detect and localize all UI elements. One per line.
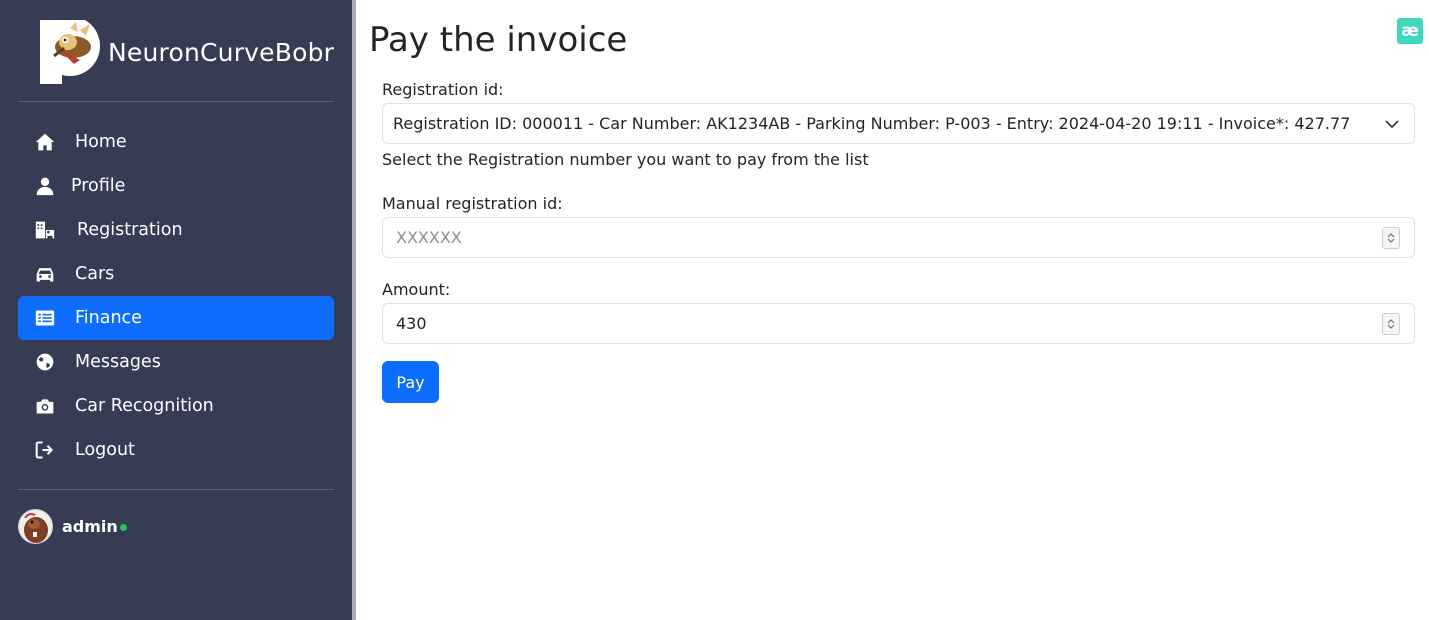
brand-logo (40, 16, 100, 84)
registration-id-label: Registration id: (382, 80, 504, 99)
brand-name: NeuronCurveBobr (108, 37, 335, 67)
building-bed-icon (34, 219, 56, 241)
registration-id-selected: Registration ID: 000011 - Car Number: AK… (393, 114, 1351, 133)
manual-registration-id-label: Manual registration id: (382, 194, 563, 213)
sidebar-item-label: Logout (75, 440, 135, 460)
extension-badge-icon[interactable]: æ (1397, 18, 1423, 44)
home-icon (34, 131, 56, 153)
sidebar-item-logout[interactable]: Logout (18, 428, 334, 472)
user-menu[interactable]: admin (18, 508, 127, 544)
sidebar-item-label: Cars (75, 264, 115, 284)
camera-icon (34, 395, 56, 417)
list-icon (34, 307, 56, 329)
sidebar-item-registration[interactable]: Registration (18, 208, 334, 252)
car-icon (34, 263, 56, 285)
sidebar-item-label: Messages (75, 352, 161, 372)
globe-icon (34, 351, 56, 373)
chevron-down-icon (1385, 120, 1399, 128)
online-status-dot (119, 524, 127, 531)
avatar (18, 508, 53, 544)
page-title: Pay the invoice (369, 20, 628, 60)
registration-id-select[interactable]: Registration ID: 000011 - Car Number: AK… (382, 103, 1415, 144)
sidebar-item-profile[interactable]: Profile (18, 164, 334, 208)
user-icon (34, 175, 56, 197)
sidebar-item-messages[interactable]: Messages (18, 340, 334, 384)
sidebar: NeuronCurveBobr Home Profile Registratio… (0, 0, 352, 620)
sidebar-border (352, 0, 356, 620)
payment-form: Registration id: Registration ID: 000011… (382, 78, 1415, 403)
sidebar-item-label: Car Recognition (75, 396, 214, 416)
sidebar-divider (18, 101, 334, 102)
manual-registration-id-placeholder: XXXXXX (396, 228, 462, 247)
manual-registration-id-input[interactable]: XXXXXX (382, 217, 1415, 258)
sidebar-item-label: Registration (77, 220, 183, 240)
number-stepper[interactable] (1382, 226, 1400, 249)
username: admin (62, 516, 118, 536)
chevron-down-icon (1387, 238, 1395, 243)
number-stepper[interactable] (1382, 312, 1400, 335)
sidebar-divider (18, 489, 334, 490)
sidebar-item-label: Home (75, 132, 127, 152)
sidebar-item-finance[interactable]: Finance (18, 296, 334, 340)
sidebar-item-cars[interactable]: Cars (18, 252, 334, 296)
amount-value: 430 (396, 314, 427, 333)
amount-label: Amount: (382, 280, 451, 299)
sidebar-item-label: Finance (75, 308, 142, 328)
sidebar-item-label: Profile (71, 176, 126, 196)
sidebar-nav: Home Profile Registration Cars Finance M… (18, 120, 334, 472)
sidebar-item-home[interactable]: Home (18, 120, 334, 164)
logout-icon (34, 439, 56, 461)
chevron-down-icon (1387, 324, 1395, 329)
amount-input[interactable]: 430 (382, 303, 1415, 344)
sidebar-item-car-recognition[interactable]: Car Recognition (18, 384, 334, 428)
registration-help-text: Select the Registration number you want … (382, 150, 869, 169)
brand[interactable]: NeuronCurveBobr (40, 16, 335, 84)
pay-button[interactable]: Pay (382, 361, 439, 403)
